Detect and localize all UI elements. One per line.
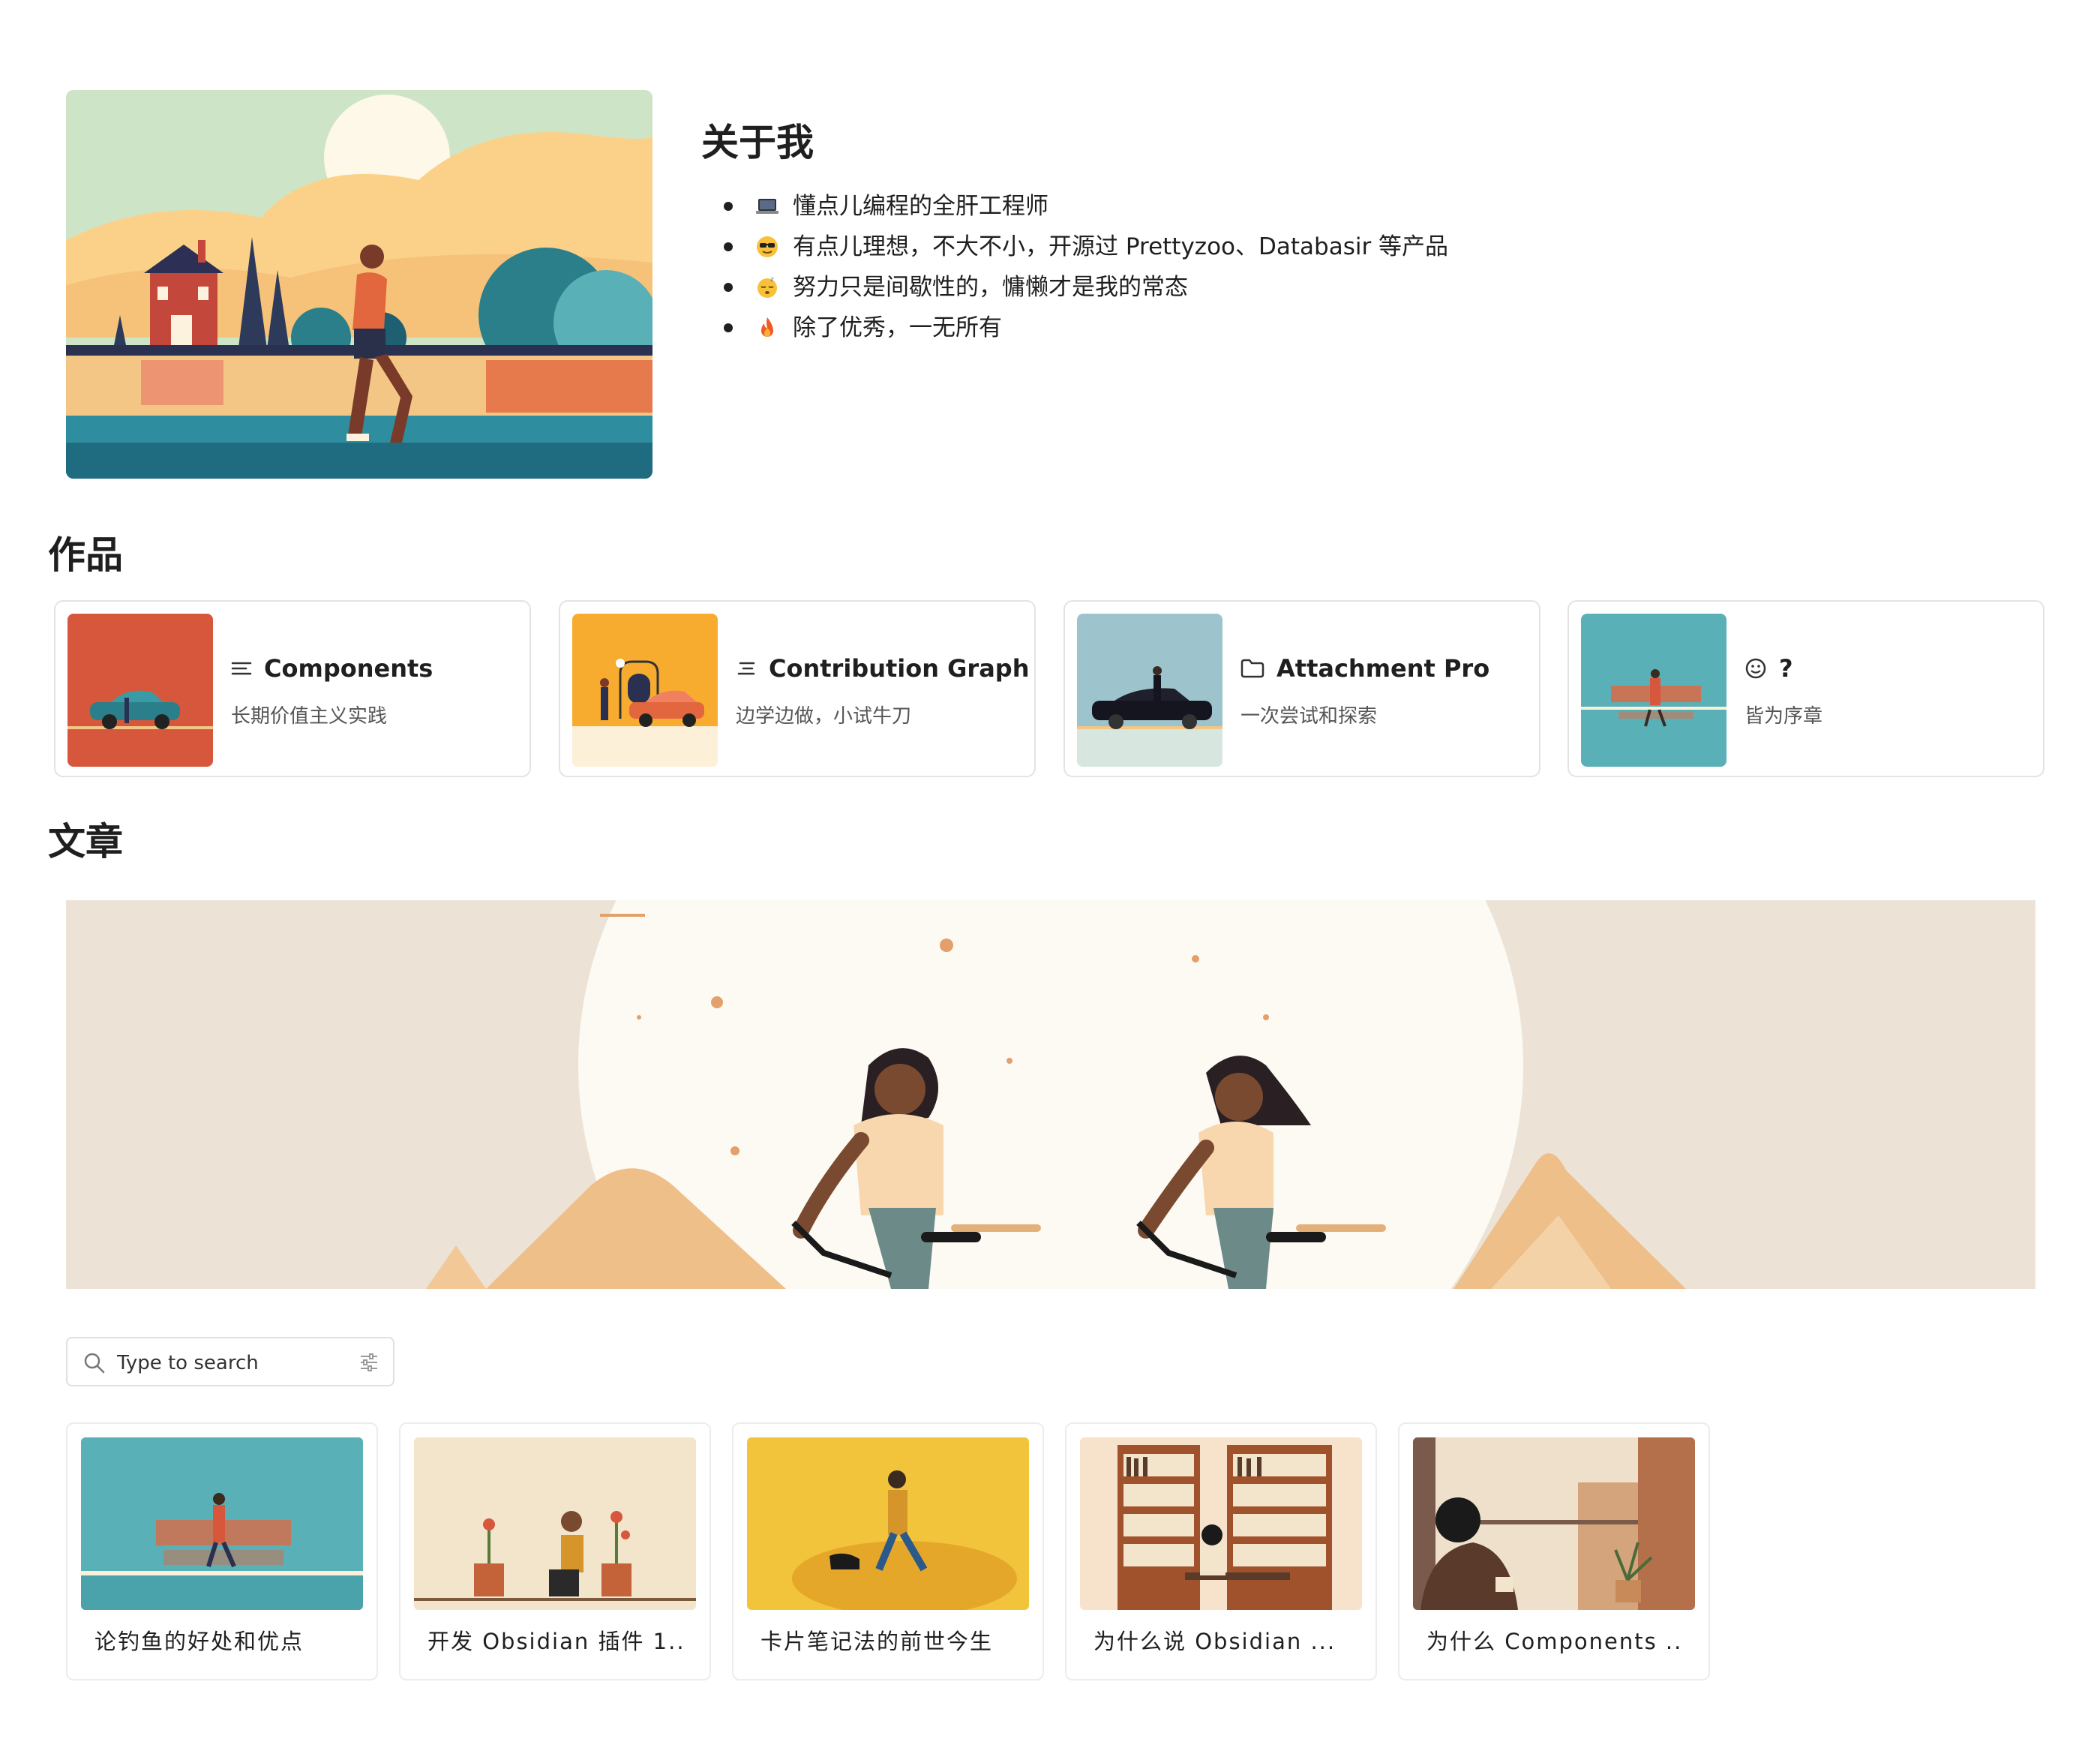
work-title-text: Attachment Pro <box>1276 654 1490 683</box>
work-card-contribution-graph[interactable]: Contribution Graph 边学边做，小试牛刀 <box>559 600 1036 777</box>
about-item-text: 有点儿理想，不大不小，开源过 Prettyzoo、Databasir 等产品 <box>793 233 1449 260</box>
bullet <box>724 283 733 292</box>
about-item: 懂点儿编程的全肝工程师 <box>724 186 1448 227</box>
work-thumb <box>1077 614 1222 767</box>
filter-settings-icon[interactable] <box>358 1352 380 1373</box>
hero-runner-illustration <box>66 90 652 479</box>
article-thumb <box>414 1437 696 1610</box>
article-thumb <box>81 1437 363 1610</box>
works-section-title: 作品 <box>48 533 123 577</box>
work-thumb <box>572 614 718 767</box>
work-title-text: Components <box>264 654 434 683</box>
article-thumb <box>747 1437 1029 1610</box>
about-title: 关于我 <box>701 121 814 164</box>
article-title: 开发 Obsidian 插件 1... <box>428 1629 686 1654</box>
about-list: 懂点儿编程的全肝工程师 有点儿理想，不大不小，开源过 Prettyzoo、Dat… <box>724 186 1448 348</box>
article-title: 论钓鱼的好处和优点 <box>94 1629 304 1654</box>
work-title: Components <box>231 654 433 683</box>
laptop-emoji-icon <box>756 199 778 214</box>
work-thumb <box>68 614 213 767</box>
fire-emoji-icon <box>761 317 773 337</box>
work-title: Attachment Pro <box>1240 654 1490 683</box>
article-card[interactable]: 为什么 Components ... <box>1398 1422 1710 1680</box>
folder-icon <box>1240 659 1264 678</box>
lines-icon <box>231 662 252 675</box>
article-title: 为什么说 Obsidian ... <box>1094 1629 1336 1654</box>
bullet <box>724 202 733 211</box>
work-title-text: Contribution Graph <box>769 654 1030 683</box>
work-card-components[interactable]: Components 长期价值主义实践 <box>54 600 531 777</box>
about-item-text: 除了优秀，一无所有 <box>793 314 1002 341</box>
article-thumb <box>1080 1437 1362 1610</box>
bullet <box>724 323 733 332</box>
about-item-text: 努力只是间歇性的，慵懒才是我的常态 <box>793 274 1188 301</box>
article-title: 卡片笔记法的前世今生 <box>760 1629 994 1654</box>
article-thumb <box>1413 1437 1695 1610</box>
work-thumb <box>1581 614 1726 767</box>
smile-icon <box>1745 658 1766 679</box>
work-subtitle: 长期价值主义实践 <box>231 705 388 728</box>
articles-banner-illustration <box>66 900 2036 1289</box>
work-title-text: ? <box>1779 654 1793 683</box>
search-icon <box>84 1353 105 1374</box>
article-card[interactable]: 卡片笔记法的前世今生 <box>732 1422 1044 1680</box>
work-subtitle: 边学边做，小试牛刀 <box>736 705 912 728</box>
work-subtitle: 一次尝试和探索 <box>1240 705 1378 728</box>
article-card[interactable]: 为什么说 Obsidian ... <box>1065 1422 1377 1680</box>
about-item: z 努力只是间歇性的，慵懒才是我的常态 <box>724 267 1448 308</box>
article-title: 为什么 Components ... <box>1426 1629 1684 1654</box>
work-card-attachment-pro[interactable]: Attachment Pro 一次尝试和探索 <box>1064 600 1540 777</box>
about-item-text: 懂点儿编程的全肝工程师 <box>793 193 1048 220</box>
contribution-icon <box>737 662 755 675</box>
about-item: 除了优秀，一无所有 <box>724 308 1448 348</box>
work-card-unknown[interactable]: ? 皆为序章 <box>1568 600 2044 777</box>
bullet <box>724 242 733 251</box>
work-title: ? <box>1744 654 1793 683</box>
article-card[interactable]: 开发 Obsidian 插件 1... <box>399 1422 711 1680</box>
work-title: Contribution Graph <box>736 654 1029 683</box>
articles-section-title: 文章 <box>48 820 123 863</box>
work-subtitle: 皆为序章 <box>1744 705 1823 728</box>
article-search-box[interactable] <box>66 1337 394 1386</box>
svg-text:z: z <box>770 276 774 284</box>
article-card[interactable]: 论钓鱼的好处和优点 <box>66 1422 378 1680</box>
search-input[interactable] <box>116 1346 344 1380</box>
sunglasses-emoji-icon <box>757 236 778 257</box>
sleepy-emoji-icon: z <box>758 276 777 298</box>
about-item: 有点儿理想，不大不小，开源过 Prettyzoo、Databasir 等产品 <box>724 227 1448 267</box>
